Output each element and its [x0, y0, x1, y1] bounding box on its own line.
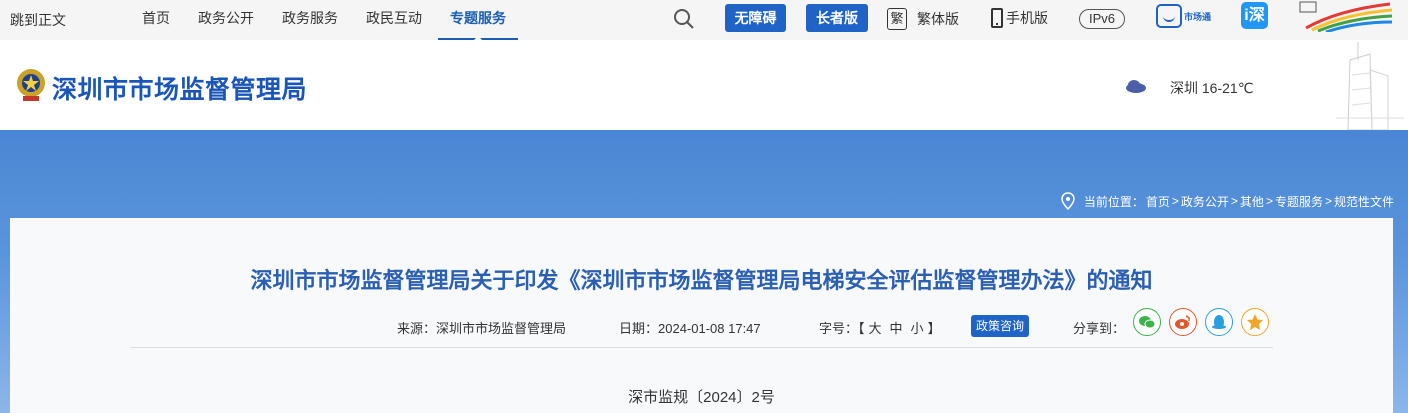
breadcrumb-separator: >	[1230, 194, 1238, 208]
market-app-link[interactable]: 市场通	[1156, 4, 1211, 28]
location-pin-icon	[1061, 192, 1075, 210]
share-weibo-icon[interactable]	[1169, 308, 1197, 336]
shenzhen-city-logo	[1299, 1, 1393, 32]
mobile-version-link[interactable]: 手机版	[991, 8, 1048, 28]
share-wechat-icon[interactable]	[1133, 308, 1161, 336]
cloud-icon	[1126, 80, 1146, 93]
nav-item-gov-info[interactable]: 政务公开	[186, 0, 266, 40]
search-icon[interactable]	[672, 7, 696, 31]
article-meta: 来源：深圳市市场监督管理局 日期：2024-01-08 17:47 字号：【大中…	[10, 308, 1393, 338]
ipv6-badge: IPv6	[1079, 9, 1125, 29]
article-card: 深圳市市场监督管理局关于印发《深圳市市场监督管理局电梯安全评估监督管理办法》的通…	[10, 218, 1393, 413]
nav-item-home[interactable]: 首页	[130, 0, 182, 40]
accessibility-button[interactable]: 无障碍	[725, 4, 786, 32]
traditional-chinese-icon: 繁	[887, 8, 907, 30]
article-date: 日期：2024-01-08 17:47	[619, 321, 761, 336]
top-bar: 跳到正文 首页 政务公开 政务服务 政民互动 专题服务 无障碍 长者版 繁 繁体…	[0, 0, 1408, 40]
breadcrumb-separator: >	[1171, 194, 1179, 208]
site-header: 深圳市市场监督管理局 深圳 16-21℃	[0, 40, 1408, 130]
emblem-icon	[17, 69, 45, 101]
font-size-suffix: 】	[927, 321, 941, 336]
breadcrumb-prefix: 当前位置：	[1083, 194, 1144, 209]
font-size-prefix: 字号：【	[819, 321, 865, 336]
font-size-medium[interactable]: 中	[890, 321, 903, 336]
nav-item-interaction[interactable]: 政民互动	[354, 0, 434, 40]
elder-mode-button[interactable]: 长者版	[806, 4, 868, 32]
article-title: 深圳市市场监督管理局关于印发《深圳市市场监督管理局电梯安全评估监督管理办法》的通…	[250, 268, 1153, 293]
breadcrumb-gov-info[interactable]: 政务公开	[1181, 193, 1229, 210]
nav-item-special-services[interactable]: 专题服务	[438, 0, 518, 40]
breadcrumb-other[interactable]: 其他	[1240, 193, 1264, 210]
traditional-chinese-label: 繁体版	[917, 11, 959, 27]
breadcrumb-normative-docs[interactable]: 规范性文件	[1334, 193, 1394, 210]
share-qq-icon[interactable]	[1205, 308, 1233, 336]
weather-info: 深圳 16-21℃	[1170, 80, 1254, 96]
phone-icon	[991, 8, 1003, 28]
divider	[130, 347, 1273, 348]
breadcrumb-home[interactable]: 首页	[1146, 193, 1170, 210]
document-number: 深市监规〔2024〕2号	[628, 389, 775, 406]
nav-item-gov-services[interactable]: 政务服务	[270, 0, 350, 40]
breadcrumb-special-services[interactable]: 专题服务	[1275, 193, 1323, 210]
city-building-illustration	[1336, 42, 1404, 130]
mobile-version-label: 手机版	[1006, 10, 1048, 26]
font-size-small[interactable]: 小	[911, 321, 924, 336]
article-source: 来源：深圳市市场监督管理局	[397, 321, 567, 336]
main-nav: 首页 政务公开 政务服务 政民互动 专题服务	[130, 0, 522, 40]
breadcrumb: 当前位置： 首页 > 政务公开 > 其他 > 专题服务 > 规范性文件	[1060, 192, 1394, 210]
i-shenzhen-app-icon[interactable]: i深	[1241, 2, 1268, 29]
share-label: 分享到：	[1073, 321, 1126, 336]
font-size-large[interactable]: 大	[869, 321, 882, 336]
skip-to-content-link[interactable]: 跳到正文	[10, 10, 66, 30]
share-qzone-icon[interactable]	[1241, 308, 1269, 336]
market-app-label: 市场通	[1184, 11, 1212, 22]
market-app-icon	[1156, 4, 1182, 28]
breadcrumb-separator: >	[1324, 194, 1332, 208]
traditional-chinese-link[interactable]: 繁 繁体版	[887, 8, 959, 30]
site-title[interactable]: 深圳市市场监督管理局	[52, 70, 307, 106]
font-size-control: 字号：【大中小】	[819, 318, 941, 337]
breadcrumb-separator: >	[1265, 194, 1273, 208]
policy-consult-button[interactable]: 政策咨询	[971, 315, 1030, 337]
